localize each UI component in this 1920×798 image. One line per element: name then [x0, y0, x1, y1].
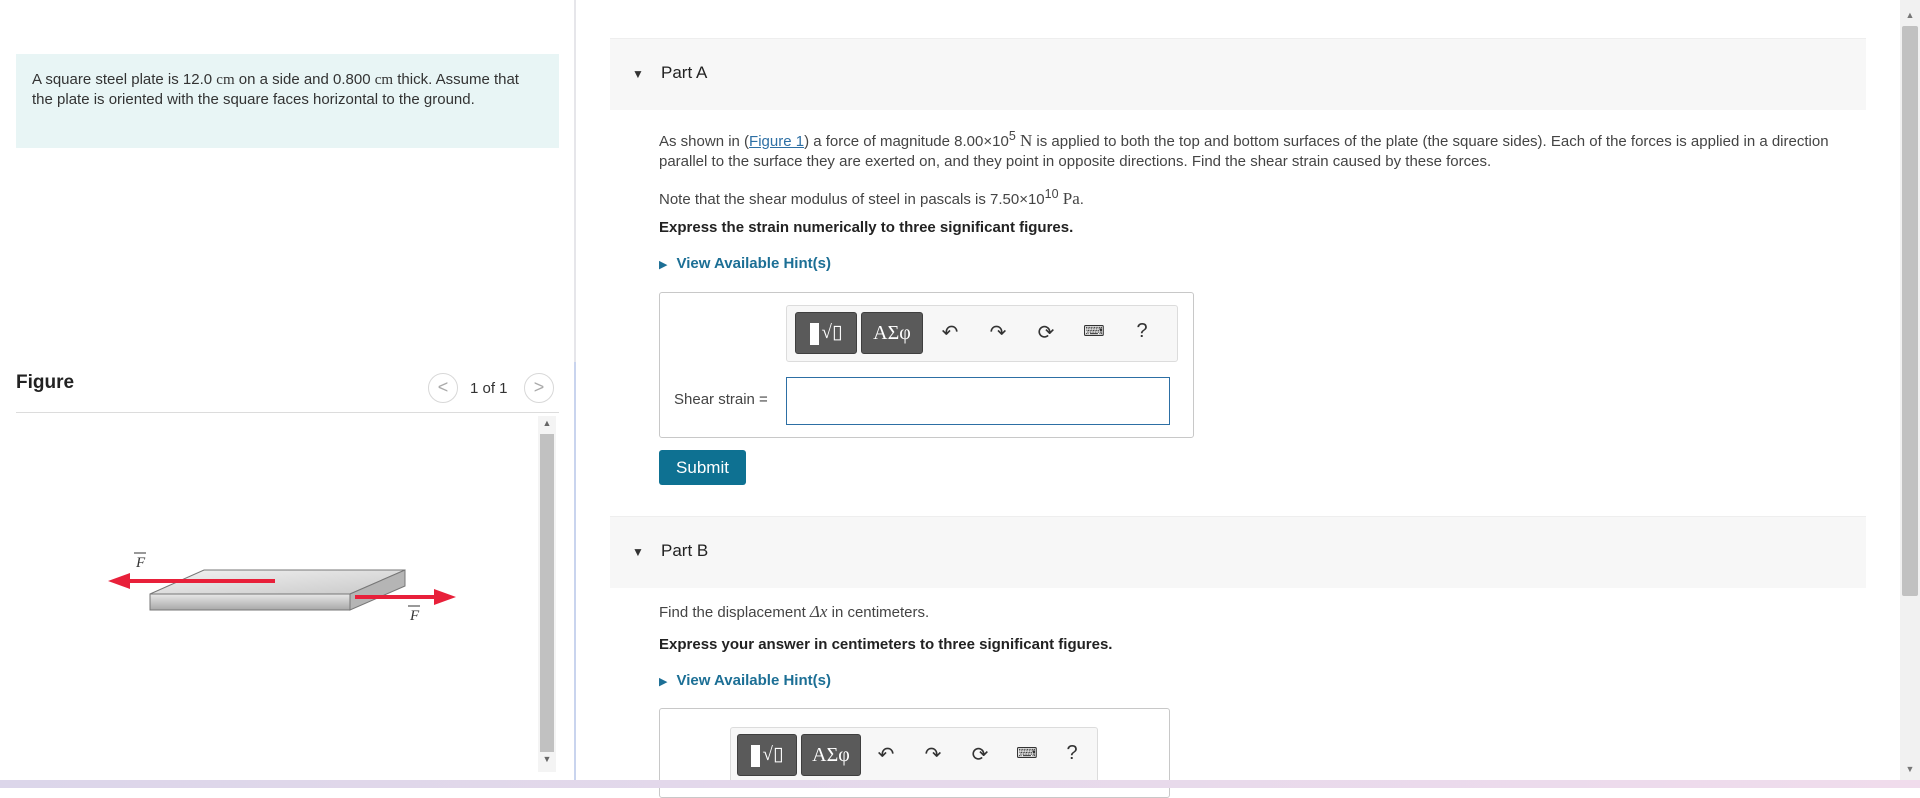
part-a-note: Note that the shear modulus of steel in …	[659, 184, 1084, 210]
part-b-collapse-icon[interactable]: ▼	[632, 545, 644, 559]
figure-divider	[16, 412, 559, 413]
templates-button-label: √▯	[762, 744, 784, 765]
help-button[interactable]: ?	[1127, 320, 1157, 343]
intro-unit-cm-1: cm	[216, 72, 235, 88]
figure-1-link[interactable]: Figure 1	[749, 133, 804, 150]
force-arrow-top-head	[108, 573, 130, 589]
page-scroll-down-icon[interactable]: ▼	[1900, 764, 1920, 774]
part-a-text-1: As shown in (	[659, 133, 750, 150]
part-a-note-end: .	[1079, 191, 1084, 208]
keyboard-icon[interactable]: ⌨	[1012, 744, 1042, 762]
right-pane: ▼ Part A As shown in (Figure 1) a force …	[576, 0, 1900, 798]
part-a-hint-link[interactable]: ▶ View Available Hint(s)	[659, 255, 831, 272]
part-a-hint-label: View Available Hint(s)	[676, 255, 831, 272]
part-b-hint-label: View Available Hint(s)	[676, 672, 831, 689]
greek-symbols-button[interactable]: ΑΣφ	[861, 312, 923, 354]
steel-plate-figure: F F	[108, 552, 456, 624]
figure-scrollbar-thumb[interactable]	[540, 434, 554, 752]
templates-button[interactable]: √▯	[795, 312, 857, 354]
redo-icon[interactable]: ↷	[983, 320, 1013, 345]
part-b-title: Part B	[661, 541, 709, 560]
undo-icon[interactable]: ↶	[871, 742, 901, 767]
bottom-edge-bar	[0, 780, 1920, 788]
part-b-question: Find the displacement Δx in centimeters.	[659, 602, 929, 623]
part-a-exponent-5: 5	[1008, 129, 1016, 143]
figure-next-button[interactable]: >	[524, 373, 554, 403]
templates-button-label: √▯	[821, 322, 843, 343]
page-scrollbar-thumb[interactable]	[1902, 26, 1918, 596]
intro-unit-cm-2: cm	[374, 72, 394, 88]
part-b-text-2: in centimeters.	[827, 604, 930, 621]
part-b-header[interactable]: ▼ Part B	[610, 516, 1866, 588]
template-box-icon	[750, 745, 760, 768]
submit-button[interactable]: Submit	[659, 450, 746, 485]
part-a-text-2: ) a force of magnitude 8.00×10	[804, 133, 1009, 150]
part-a-question: As shown in (Figure 1) a force of magnit…	[659, 126, 1869, 172]
part-b-math-toolbar: √▯ ΑΣφ ↶ ↷ ⟳ ⌨ ?	[730, 727, 1098, 784]
figure-prev-button[interactable]: <	[428, 373, 458, 403]
problem-intro: A square steel plate is 12.0 cm on a sid…	[16, 54, 559, 148]
intro-text-1: A square steel plate is 12.0	[32, 71, 217, 88]
part-a-unit-n: N	[1019, 131, 1033, 150]
part-b-instruction: Express your answer in centimeters to th…	[659, 636, 1113, 653]
figure-scroll-down-icon[interactable]: ▼	[538, 754, 556, 770]
part-a-title: Part A	[661, 63, 708, 82]
part-a-answer-box: √▯ ΑΣφ ↶ ↷ ⟳ ⌨ ? Shear strain =	[659, 292, 1194, 438]
left-pane: A square steel plate is 12.0 cm on a sid…	[0, 0, 574, 788]
intro-text-2: on a side and 0.800	[234, 71, 375, 88]
reset-icon[interactable]: ⟳	[965, 742, 995, 767]
force-label-top: F	[135, 555, 146, 571]
keyboard-icon[interactable]: ⌨	[1079, 322, 1109, 340]
figure-pager-count: 1 of 1	[470, 380, 508, 397]
figure-title: Figure	[16, 372, 75, 393]
part-a-note-text: Note that the shear modulus of steel in …	[659, 191, 1045, 208]
shear-strain-input[interactable]	[786, 377, 1170, 425]
part-a-math-toolbar: √▯ ΑΣφ ↶ ↷ ⟳ ⌨ ?	[786, 305, 1178, 362]
greek-symbols-button[interactable]: ΑΣφ	[801, 734, 861, 776]
hint-expand-icon: ▶	[659, 259, 668, 271]
reset-icon[interactable]: ⟳	[1031, 320, 1061, 345]
force-arrow-bottom-head	[434, 589, 456, 605]
figure-scroll-up-icon[interactable]: ▲	[538, 418, 556, 434]
page-scroll-up-icon[interactable]: ▲	[1900, 10, 1920, 20]
plate-front-face	[149, 593, 351, 611]
shear-strain-label: Shear strain =	[674, 391, 768, 408]
undo-icon[interactable]: ↶	[935, 320, 965, 345]
part-a-collapse-icon[interactable]: ▼	[632, 67, 644, 81]
hint-expand-icon: ▶	[659, 676, 668, 688]
template-box-icon	[809, 323, 819, 346]
templates-button[interactable]: √▯	[737, 734, 797, 776]
part-b-hint-link[interactable]: ▶ View Available Hint(s)	[659, 672, 831, 689]
redo-icon[interactable]: ↷	[918, 742, 948, 767]
part-a-instruction: Express the strain numerically to three …	[659, 219, 1074, 236]
part-b-delta-x: Δx	[809, 602, 828, 621]
force-label-bottom: F	[409, 608, 420, 624]
help-button[interactable]: ?	[1057, 742, 1087, 765]
part-b-text-1: Find the displacement	[659, 604, 810, 621]
part-a-unit-pa: Pa	[1062, 189, 1080, 208]
part-a-header[interactable]: ▼ Part A	[610, 38, 1866, 110]
part-a-exponent-10: 10	[1044, 187, 1059, 201]
